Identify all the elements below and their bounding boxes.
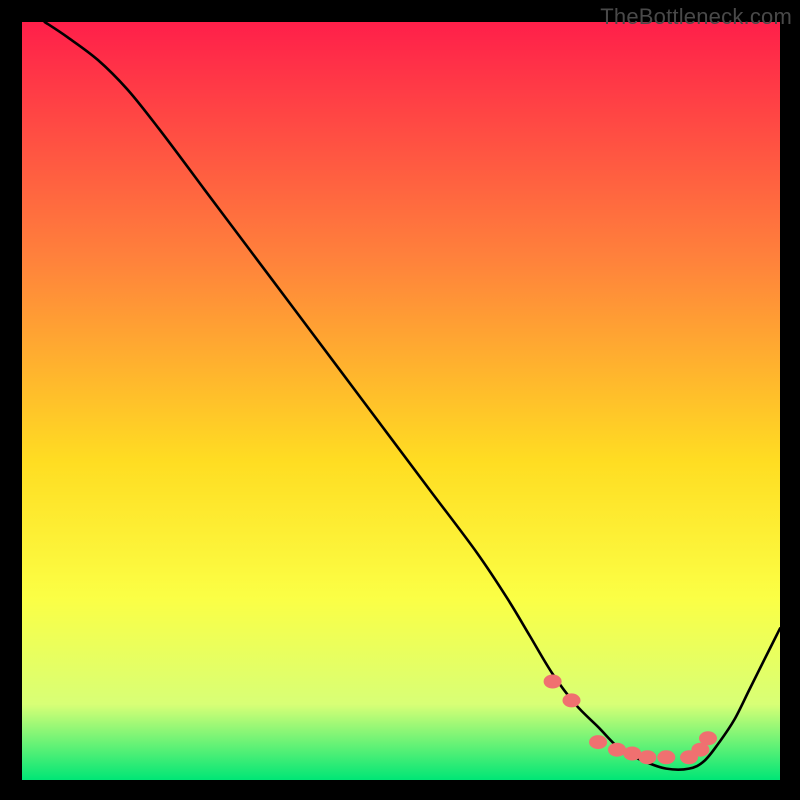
operating-point-dot [563,693,581,707]
operating-point-dot [589,735,607,749]
operating-point-dot [657,750,675,764]
operating-point-dot [699,731,717,745]
bottleneck-curve-chart [22,22,780,780]
operating-point-dot [623,747,641,761]
operating-point-dot [638,750,656,764]
chart-frame: TheBottleneck.com [0,0,800,800]
operating-point-dot [608,743,626,757]
gradient-background [22,22,780,780]
operating-point-dot [544,675,562,689]
watermark-text: TheBottleneck.com [600,4,792,30]
